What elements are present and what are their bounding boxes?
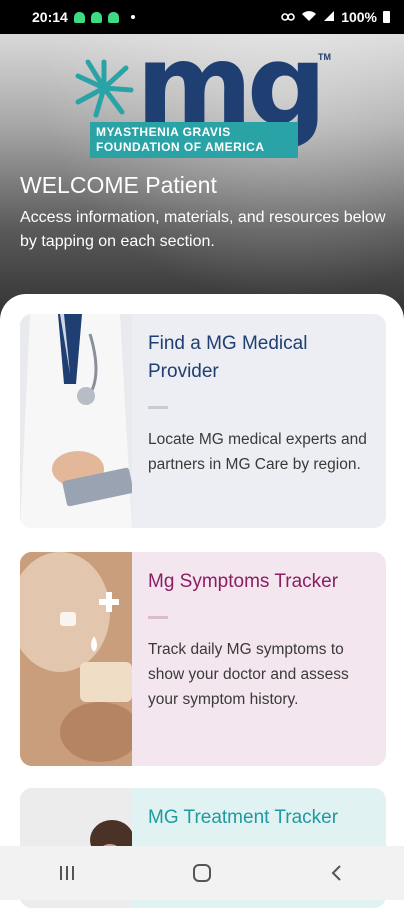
- divider: [148, 616, 168, 619]
- phone-health-photo: [20, 552, 132, 766]
- recents-button[interactable]: [37, 853, 97, 893]
- page-title: WELCOME Patient: [20, 172, 217, 198]
- divider: [148, 406, 168, 409]
- logo-line-1: MYASTHENIA GRAVIS: [96, 125, 231, 139]
- card-title: Mg Symptoms Tracker: [148, 571, 339, 592]
- battery-percent: 100%: [341, 9, 377, 25]
- wifi-icon: [301, 9, 317, 25]
- recents-icon: [60, 866, 75, 880]
- card-description: Locate MG medical experts and partners i…: [148, 431, 367, 473]
- status-bar: 20:14 100%: [0, 0, 404, 34]
- android-notification-icon: [73, 11, 85, 23]
- signal-icon: [323, 9, 335, 25]
- back-button[interactable]: [307, 853, 367, 893]
- doctor-tablet-photo: [20, 314, 132, 528]
- home-icon: [192, 864, 211, 882]
- more-notifications-icon: [130, 15, 135, 19]
- page-subtitle: Access information, materials, and resou…: [20, 209, 386, 250]
- card-description: Track daily MG symptoms to show your doc…: [148, 641, 349, 708]
- card-title: MG Treatment Tracker: [148, 807, 339, 828]
- card-find-provider[interactable]: Find a MG Medical Provider Locate MG med…: [20, 314, 386, 528]
- back-icon: [331, 865, 341, 881]
- home-button[interactable]: [172, 853, 232, 893]
- navigation-bar: [0, 846, 404, 900]
- logo-tagline: MYASTHENIA GRAVIS FOUNDATION OF AMERICA: [90, 122, 298, 158]
- mgfa-logo: mg TM MYASTHENIA GRAVIS FOUNDATION OF AM…: [74, 34, 336, 162]
- link-icon: [281, 9, 295, 25]
- section-list: Find a MG Medical Provider Locate MG med…: [0, 294, 404, 908]
- android-notification-icon: [90, 11, 102, 23]
- battery-icon: [383, 11, 390, 23]
- card-title: Find a MG Medical Provider: [148, 333, 308, 382]
- clock: 20:14: [32, 9, 68, 25]
- card-symptoms-tracker[interactable]: Mg Symptoms Tracker Track daily MG sympt…: [20, 552, 386, 766]
- android-notification-icon: [107, 11, 119, 23]
- starburst-icon: [75, 59, 134, 118]
- hero-header: mg TM MYASTHENIA GRAVIS FOUNDATION OF AM…: [0, 34, 404, 334]
- logo-line-2: FOUNDATION OF AMERICA: [96, 140, 265, 154]
- logo-trademark: TM: [318, 52, 331, 62]
